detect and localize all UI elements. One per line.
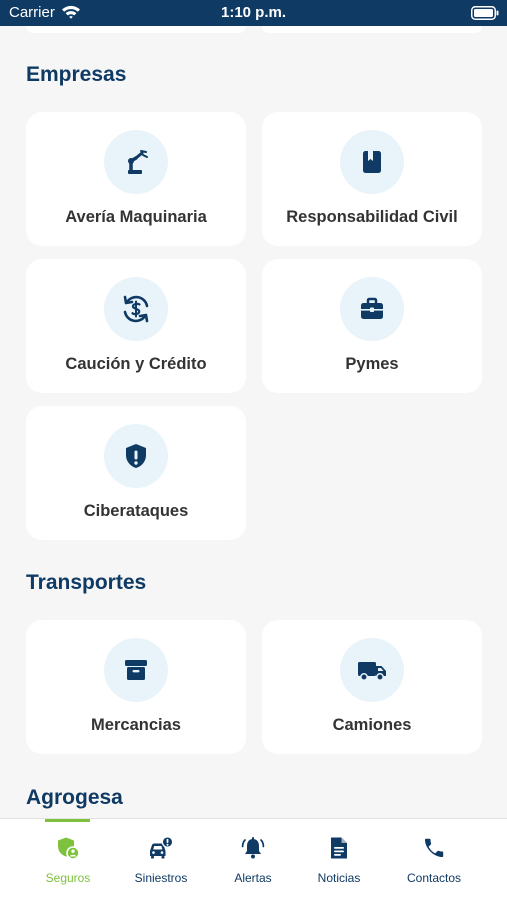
tab-seguros[interactable]: Seguros [23,832,113,892]
card-label: Camiones [332,716,412,734]
scrolled-card-peek [26,26,246,33]
briefcase-icon [361,297,383,319]
truck-icon [358,662,386,681]
card-label: Avería Maquinaria [65,208,207,226]
card-mercancias[interactable]: Mercancias [26,620,246,754]
card-label: Responsabilidad Civil [286,208,458,226]
shield-alert-icon [126,444,146,468]
book-icon [363,151,381,173]
status-bar: Carrier 1:10 p.m. [0,0,507,26]
card-averia-maquinaria[interactable]: Avería Maquinaria [26,112,246,246]
card-caucion-credito[interactable]: Caución y Crédito [26,259,246,393]
card-label: Caución y Crédito [65,355,207,373]
tab-alertas[interactable]: Alertas [208,832,298,892]
archive-box-icon [125,660,147,680]
tab-siniestros[interactable]: Siniestros [116,832,206,892]
battery-icon [471,6,499,20]
phone-icon [425,838,444,857]
shield-user-icon [58,837,80,860]
section-title-empresas: Empresas [26,63,127,86]
tab-contactos[interactable]: Contactos [389,832,479,892]
status-time: 1:10 p.m. [220,4,287,21]
section-title-agrogesa: Agrogesa [26,786,123,809]
tab-noticias[interactable]: Noticias [294,832,384,892]
card-pymes[interactable]: Pymes [262,259,482,393]
money-exchange-icon [123,295,149,323]
card-responsabilidad-civil[interactable]: Responsabilidad Civil [262,112,482,246]
card-label: Mercancias [91,716,181,734]
card-label: Ciberataques [83,502,189,520]
car-alert-icon [150,836,173,859]
robot-arm-icon [128,150,148,174]
tab-label: Alertas [234,871,272,885]
section-title-transportes: Transportes [26,571,147,594]
tab-label: Noticias [317,871,361,885]
document-icon [331,837,347,859]
card-camiones[interactable]: Camiones [262,620,482,754]
bell-icon [241,837,265,859]
scrolled-card-peek [262,26,482,33]
card-label: Pymes [345,355,399,373]
tab-active-indicator [45,819,90,822]
tab-label: Seguros [45,871,91,885]
tab-label: Siniestros [134,871,188,885]
tab-label: Contactos [406,871,462,885]
card-ciberataques[interactable]: Ciberataques [26,406,246,540]
